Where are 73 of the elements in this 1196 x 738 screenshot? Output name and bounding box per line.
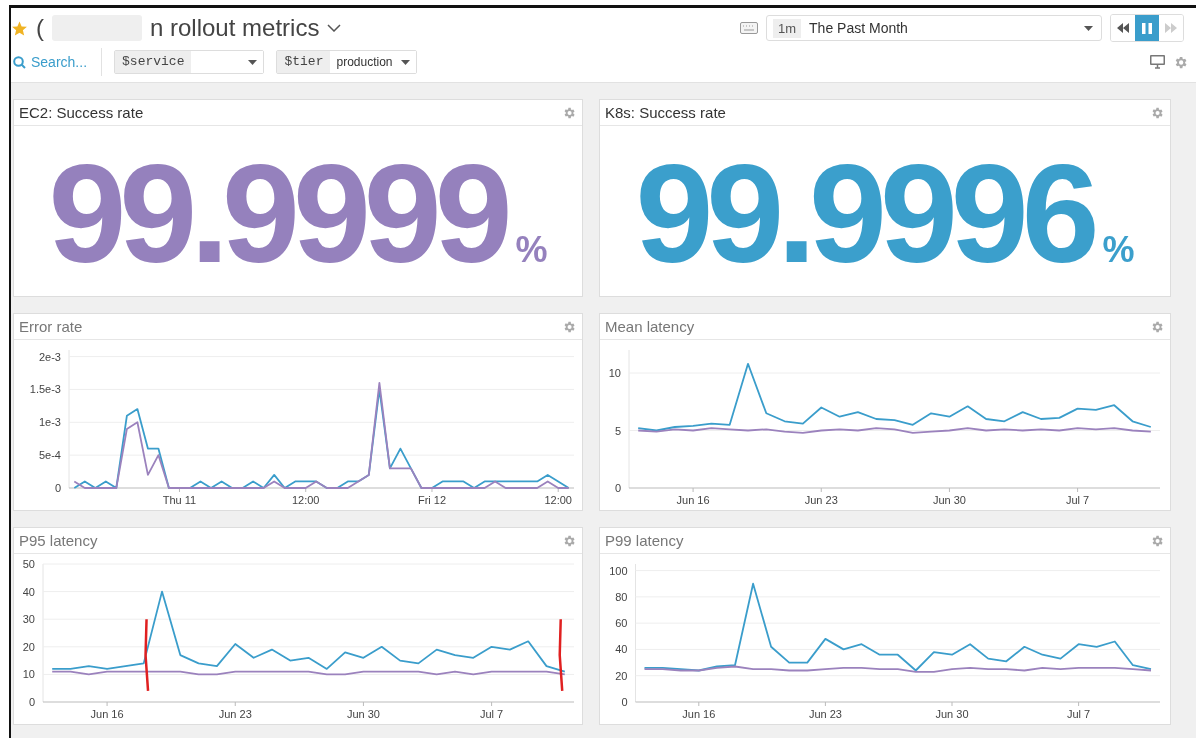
axis-label: 0: [621, 696, 628, 708]
axis-label: 0: [54, 482, 61, 494]
widget-title: K8s: Success rate: [605, 104, 726, 121]
axis-label: 12:00: [544, 494, 572, 506]
caret-icon: [248, 59, 258, 65]
settings-icon[interactable]: [562, 105, 576, 120]
settings-icon[interactable]: [1150, 533, 1164, 548]
axis-label: 0: [614, 482, 621, 494]
axis-label: 1.5e-3: [29, 383, 61, 396]
widget-title: Error rate: [19, 318, 83, 335]
chevron-down-icon[interactable]: [327, 24, 342, 32]
axis-label: Jun 23: [808, 708, 842, 720]
pause-icon: [1142, 22, 1152, 34]
variable-name: $service: [115, 51, 192, 73]
axis-label: 20: [22, 640, 35, 653]
keyboard-icon[interactable]: [740, 22, 758, 34]
axis-label: 40: [615, 643, 628, 656]
axis-label: 20: [615, 669, 628, 682]
axis-label: 40: [22, 585, 35, 598]
axis-label: 5: [614, 424, 621, 437]
axis-label: Jul 7: [1066, 494, 1090, 506]
axis-label: 2e-3: [38, 350, 61, 363]
axis-label: 30: [22, 613, 35, 626]
dashboard-title: (: [36, 14, 44, 42]
widget-title: Mean latency: [605, 318, 695, 335]
axis-label: Jun 23: [218, 708, 252, 720]
axis-label: Jun 16: [90, 708, 124, 720]
widget-title: P99 latency: [605, 532, 684, 549]
axis-label: 0: [28, 696, 35, 708]
axis-label: 12:00: [291, 494, 320, 506]
variable-value: production: [336, 55, 393, 69]
time-range-label: The Past Month: [809, 20, 909, 36]
axis-label: Jun 30: [346, 708, 380, 720]
axis-label: 10: [608, 367, 621, 379]
axis-label: Jul 7: [1067, 708, 1091, 720]
axis-label: 10: [22, 668, 35, 681]
settings-icon[interactable]: [562, 319, 576, 334]
settings-icon[interactable]: [1150, 319, 1164, 334]
metric-value: 99.9996%: [635, 144, 1135, 284]
axis-label: Jun 30: [935, 708, 969, 720]
axis-label: 60: [615, 617, 628, 630]
template-variable[interactable]: $service: [114, 50, 265, 74]
axis-label: Jul 7: [480, 708, 504, 720]
axis-label: Fri 12: [417, 494, 447, 506]
axis-label: Jun 30: [932, 494, 966, 506]
axis-label: 5e-4: [38, 449, 61, 462]
dashboard-title: n rollout metrics: [150, 14, 320, 42]
axis-label: 80: [615, 590, 628, 603]
metric-value: 99.9999%: [48, 144, 548, 284]
rewind-icon: [1117, 23, 1129, 33]
axis-label: Jun 16: [676, 494, 710, 506]
star-icon[interactable]: [11, 19, 28, 37]
settings-icon[interactable]: [562, 533, 576, 548]
settings-icon[interactable]: [1173, 54, 1188, 70]
axis-label: Jun 16: [682, 708, 716, 720]
axis-label: 50: [22, 558, 35, 570]
widget-title: EC2: Success rate: [19, 104, 144, 121]
search-icon: [13, 55, 26, 69]
fast-forward-icon: [1165, 23, 1177, 33]
axis-label: 100: [609, 564, 628, 577]
axis-label: Jun 23: [804, 494, 838, 506]
time-shortcut: 1m: [773, 18, 802, 38]
widget-title: P95 latency: [19, 532, 98, 549]
template-variable[interactable]: $tier production: [276, 50, 417, 74]
axis-label: Thu 11: [162, 494, 197, 506]
axis-label: 1e-3: [38, 416, 61, 429]
variable-name: $tier: [277, 51, 331, 73]
caret-icon: [1084, 25, 1093, 31]
time-range-select[interactable]: 1m The Past Month: [766, 15, 1102, 41]
settings-icon[interactable]: [1150, 105, 1164, 120]
monitor-icon[interactable]: [1150, 55, 1165, 69]
pause-button[interactable]: [1135, 15, 1159, 41]
caret-icon: [400, 59, 410, 65]
